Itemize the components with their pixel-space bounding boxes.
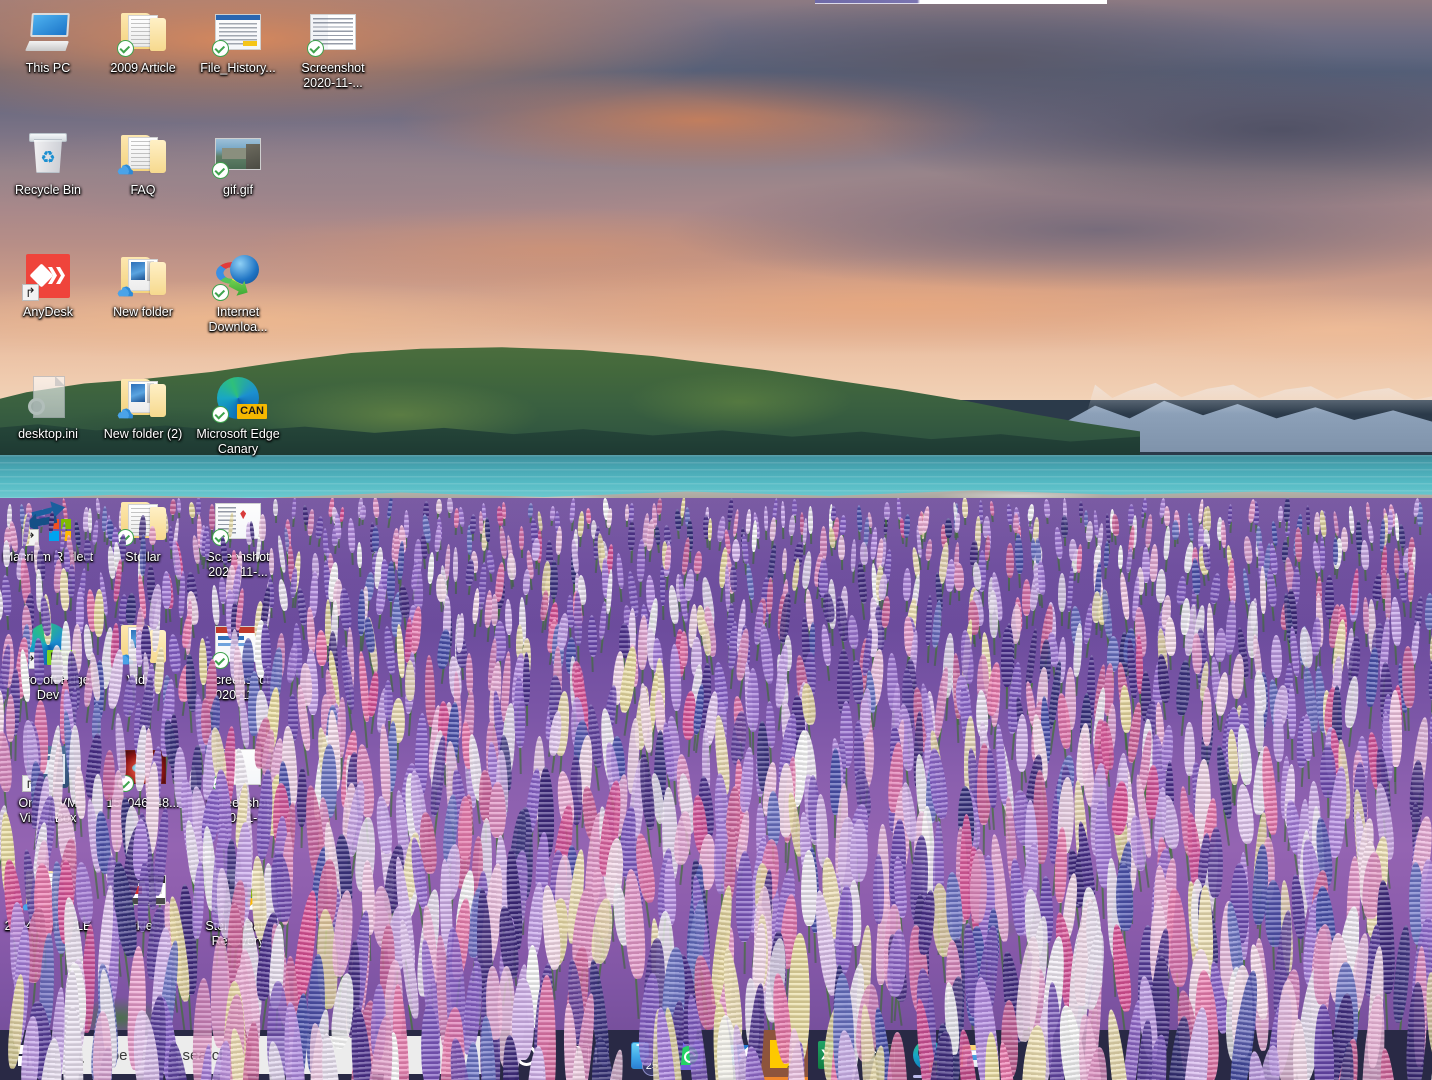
desktop-icon-label: FAQ [130, 183, 156, 197]
desktop-icon-recycle-bin[interactable]: ♻ Recycle Bin [0, 130, 96, 198]
desktop-icon-label: New folder (2) [103, 427, 183, 441]
onedrive-synced-icon [212, 284, 229, 301]
lupine-flower [1005, 542, 1014, 579]
lupine-flower [763, 505, 768, 531]
desktop-icon-label: New folder [113, 305, 173, 319]
desktop-icon-art [117, 252, 167, 300]
lupine-flower [953, 563, 964, 591]
desktop-icon-file-history[interactable]: File_History... [190, 8, 286, 76]
lupine-flower [457, 796, 473, 861]
ini-file-icon [28, 376, 67, 420]
desktop-icon-label: AnyDesk [22, 305, 74, 319]
desktop-icon-art [117, 130, 167, 178]
lupine-flower [67, 564, 75, 599]
desktop-icon-faq[interactable]: FAQ [95, 130, 191, 198]
desktop-icon-label: Microsoft Edge Canary [196, 427, 280, 456]
desktop-icon-art [117, 374, 167, 422]
desktop-icon-screenshot-1[interactable]: Screenshot 2020-11-... [285, 8, 381, 90]
lupine-flower [1057, 573, 1066, 613]
desktop-icon-this-pc[interactable]: This PC [0, 8, 96, 76]
desktop-icon-label: Macrium Reflect [2, 550, 94, 564]
lupine-flower [1313, 512, 1321, 536]
lupine-flower [1424, 592, 1432, 631]
lupine-flower [1332, 537, 1338, 566]
desktop-icon-new-folder-2[interactable]: New folder (2) [95, 374, 191, 442]
onedrive-synced-icon [212, 40, 229, 57]
recycle-bin-icon: ♻ [29, 133, 67, 175]
desktop-icon-new-folder[interactable]: New folder [95, 252, 191, 320]
desktop-icon-art [212, 8, 262, 57]
desktop-icon-idm[interactable]: Internet Downloa... [190, 252, 286, 334]
lupine-flower [883, 502, 890, 521]
lupine-flower [149, 525, 156, 545]
onedrive-synced-icon [212, 162, 229, 179]
lupine-flower [446, 498, 453, 513]
lupine-flower [1277, 505, 1283, 523]
desktop-icon-art [24, 8, 72, 56]
lupine-flower [488, 781, 506, 838]
desktop-icon-art: ♻ [24, 130, 72, 178]
desktop-icon-label: This PC [25, 61, 71, 75]
lupine-flower [1012, 513, 1019, 534]
desktop-icon-art [212, 130, 262, 179]
desktop-icon-label: gif.gif [223, 183, 253, 197]
this-pc-icon [25, 13, 71, 51]
desktop-icon-label: 2009 Article [110, 61, 176, 75]
lupine-flower [1171, 520, 1180, 541]
desktop-icon-art [212, 252, 262, 301]
lupine-flower [435, 499, 442, 515]
lupine-flower [849, 818, 869, 882]
desktop-icon-label: Screenshot 2020-11-... [301, 61, 365, 90]
desktop-icon-2009-article[interactable]: 2009 Article [95, 8, 191, 76]
lupine-flower [268, 548, 275, 576]
desktop-icon-anydesk[interactable]: ↱ AnyDesk [0, 252, 96, 320]
desktop-icon-label: Internet Downloa... [208, 305, 268, 334]
lupine-flower [1143, 498, 1148, 514]
desktop-icon-gif-gif[interactable]: gif.gif [190, 130, 286, 198]
desktop-icon-label: desktop.ini [18, 427, 78, 441]
desktop-icon-art: ↱ [22, 252, 72, 301]
lupine-flower [501, 501, 506, 520]
desktop-icon-art: CAN [212, 374, 267, 423]
onedrive-synced-icon [307, 40, 324, 57]
lupine-flower [792, 499, 797, 517]
lupine-flower [1078, 500, 1084, 518]
desktop-icon-edge-canary[interactable]: CAN Microsoft Edge Canary [190, 374, 286, 456]
desktop-icon-label: File_History... [200, 61, 276, 75]
desktop-icon-art [117, 8, 167, 57]
desktop-icon-desktop-ini[interactable]: desktop.ini [0, 374, 96, 442]
offscreen-window-edge[interactable] [815, 0, 1107, 4]
desktop-icon-art [24, 374, 72, 422]
shortcut-arrow-icon: ↱ [22, 284, 39, 301]
wallpaper-lupine-field [0, 498, 1432, 1080]
onedrive-synced-icon [117, 40, 134, 57]
onedrive-synced-icon [212, 406, 229, 423]
lupine-flower [93, 589, 104, 638]
lupine-flower [1068, 539, 1077, 562]
desktop-icon-label: Recycle Bin [15, 183, 81, 197]
desktop-icon-art [307, 8, 357, 57]
lupine-flower [944, 518, 953, 539]
